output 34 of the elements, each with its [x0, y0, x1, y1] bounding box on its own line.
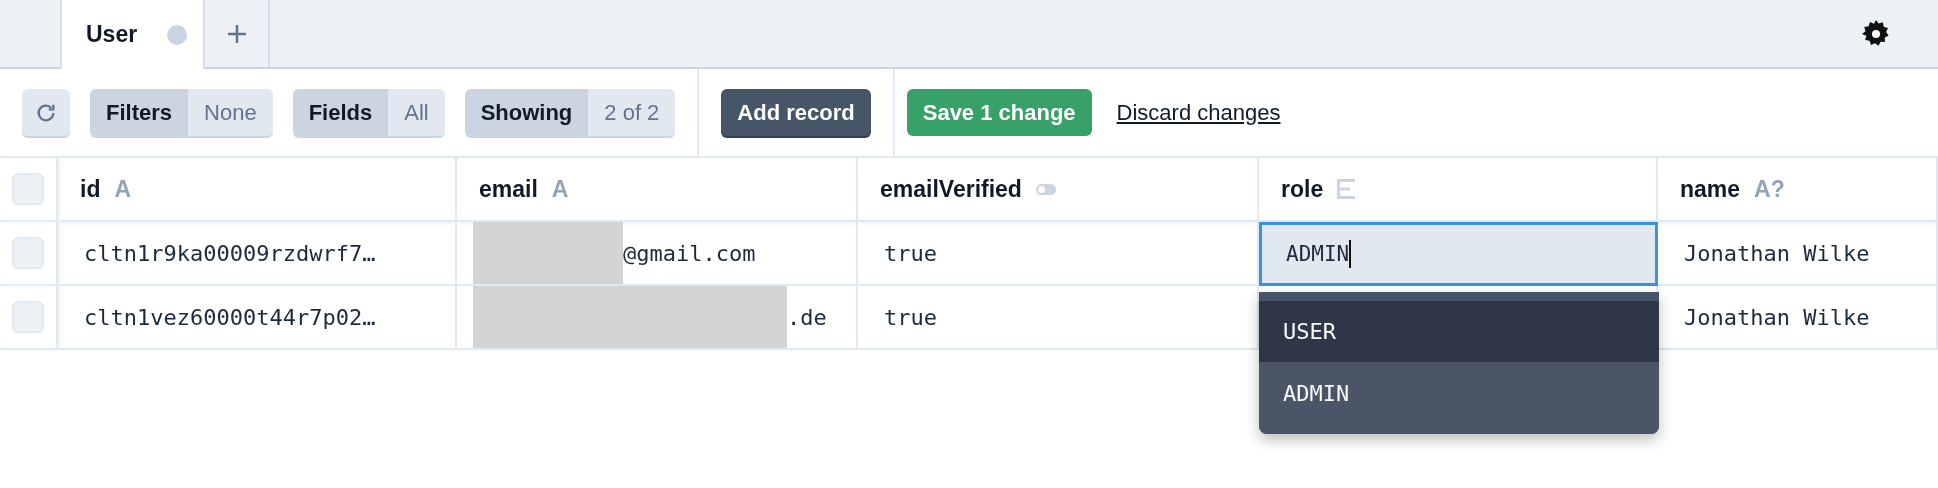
tab-label: User	[86, 21, 138, 48]
list-icon	[1337, 179, 1356, 199]
text-type-icon: A	[551, 175, 569, 203]
add-record-button[interactable]: Add record	[721, 89, 871, 136]
table-cell: cltn1r9ka00009rzdwrf7…	[58, 222, 457, 286]
text-type-icon: A?	[1754, 175, 1785, 203]
column-name: id	[80, 175, 101, 203]
table-cell: cltn1vez60000t44r7p02…	[58, 286, 457, 350]
dropdown-option[interactable]: USER	[1259, 301, 1659, 362]
role-input-field[interactable]: ADMIN	[1259, 222, 1658, 286]
dropdown-option[interactable]: ADMIN	[1259, 362, 1659, 434]
table-cell: Jonathan Wilke	[1658, 222, 1938, 286]
row-checkbox[interactable]	[12, 301, 44, 333]
discard-link[interactable]: Discard changes	[1116, 99, 1281, 126]
refresh-button[interactable]	[22, 89, 70, 136]
column-header[interactable]: id A	[58, 158, 457, 222]
column-name: email	[479, 175, 538, 203]
select-all-checkbox[interactable]	[12, 173, 44, 205]
email-text: .de	[787, 303, 827, 332]
toggle-icon	[1035, 183, 1056, 195]
column-name: emailVerified	[880, 175, 1022, 203]
column-header[interactable]: emailVerified	[858, 158, 1259, 222]
fields-button[interactable]: Fields All	[292, 89, 445, 136]
column-name: role	[1281, 175, 1324, 203]
filters-button[interactable]: Filters None	[90, 89, 273, 136]
plus-icon[interactable]	[225, 22, 248, 45]
refresh-icon[interactable]	[35, 101, 57, 124]
email-text: @gmail.com	[623, 239, 756, 268]
text-type-icon: A	[114, 175, 132, 203]
column-name: name	[1680, 175, 1741, 203]
tab[interactable]: User	[60, 0, 205, 69]
row-checkbox[interactable]	[12, 237, 44, 269]
showing-button[interactable]: Showing 2 of 2	[464, 89, 676, 136]
column-header[interactable]: name A?	[1658, 158, 1938, 222]
